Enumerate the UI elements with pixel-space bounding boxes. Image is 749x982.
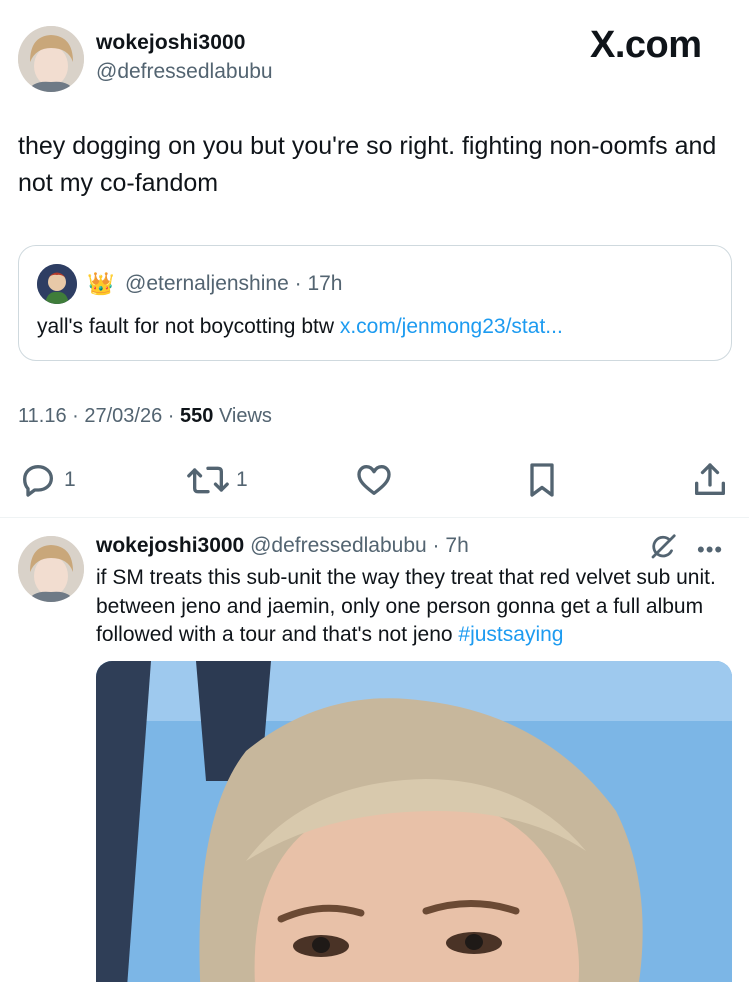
quoted-age: 17h [307,272,343,295]
reply-age[interactable]: 7h [445,534,468,557]
divider [0,517,749,518]
meta-separator: · [294,272,302,295]
tweet-date[interactable]: 27/03/26 [84,405,162,427]
author-avatar[interactable] [18,26,84,92]
reply-icon [23,465,53,497]
tweet-text: they dogging on you but you're so right.… [18,132,717,197]
retweet-count: 1 [236,468,248,491]
hashtag-link[interactable]: #justsaying [458,623,563,646]
author-handle[interactable]: @defressedlabubu [96,60,273,84]
reply-button[interactable]: 1 [18,460,76,500]
retweet-button[interactable]: 1 [186,460,248,500]
meta-separator: · [432,534,440,557]
grok-icon[interactable] [648,532,678,567]
reply-body: if SM treats this sub-unit the way they … [96,566,716,646]
views-count: 550 [180,405,214,427]
quoted-handle[interactable]: @eternaljenshine [125,272,289,295]
share-button[interactable] [690,460,730,500]
reply-media-image[interactable] [96,661,732,982]
bookmark-button[interactable] [522,460,562,500]
reply-author-avatar[interactable] [18,536,84,602]
reply-count: 1 [64,468,76,491]
quoted-link[interactable]: x.com/jenmong23/stat... [340,315,563,338]
like-button[interactable] [354,460,394,500]
quoted-text: yall's fault for not boycotting btw x.co… [37,315,563,339]
reply-text: if SM treats this sub-unit the way they … [96,564,736,650]
reply-display-name[interactable]: wokejoshi3000 [96,534,244,557]
like-icon [357,465,391,495]
share-icon [695,463,725,495]
reply-header: wokejoshi3000 @defressedlabubu · 7h [96,534,469,558]
quoted-meta: @eternaljenshine · 17h [125,272,343,296]
retweet-icon [187,466,229,494]
reply-handle[interactable]: @defressedlabubu [250,534,427,557]
x-logo: X.com [590,24,702,66]
quoted-tweet-card[interactable]: 👑 @eternaljenshine · 17h yall's fault fo… [18,245,732,361]
quoted-author-avatar[interactable] [37,264,77,304]
action-bar: 1 1 [0,460,749,504]
tweet-meta: 11.16 · 27/03/26 · 550 Views [18,405,272,427]
bookmark-icon [530,463,554,497]
more-icon[interactable]: ••• [697,537,723,563]
tweet-time[interactable]: 11.16 [18,405,67,427]
views-label: Views [218,405,272,427]
quoted-body: yall's fault for not boycotting btw [37,315,334,338]
crown-badge-icon: 👑 [87,271,115,296]
author-display-name[interactable]: wokejoshi3000 [96,31,246,55]
